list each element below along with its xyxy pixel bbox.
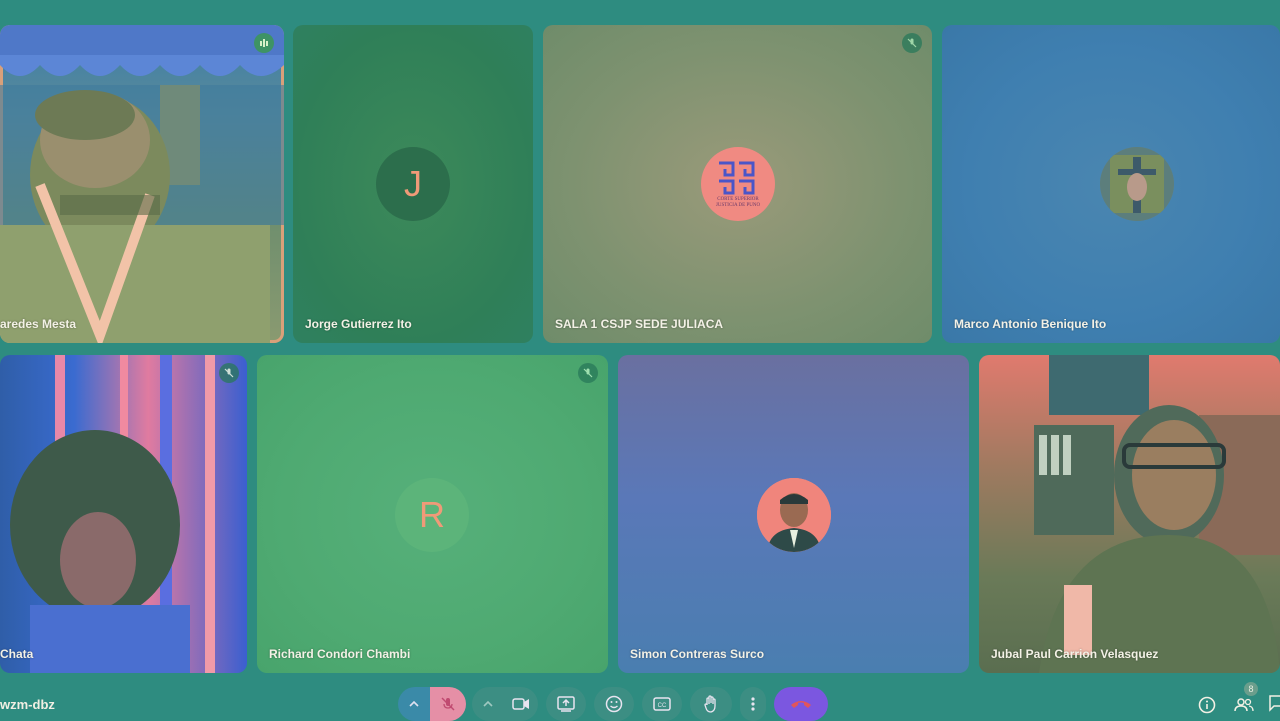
camera-toggle-button[interactable] xyxy=(504,687,538,721)
avatar: R xyxy=(395,478,469,552)
speaking-indicator-icon xyxy=(254,33,274,53)
chevron-up-icon xyxy=(409,700,419,707)
video-frame xyxy=(0,25,284,343)
video-frame xyxy=(1034,355,1280,673)
meeting-details-button[interactable] xyxy=(1196,694,1218,716)
captions-button[interactable]: CC xyxy=(642,687,682,721)
info-icon xyxy=(1198,696,1216,714)
captions-icon: CC xyxy=(653,697,671,711)
chevron-up-icon xyxy=(483,700,493,707)
participant-name: Marco Antonio Benique Ito xyxy=(954,317,1107,331)
mic-off-icon xyxy=(902,33,922,53)
more-vertical-icon xyxy=(751,697,755,711)
video-camera-icon xyxy=(512,698,529,710)
more-options-button[interactable] xyxy=(740,687,766,721)
people-button[interactable]: 8 xyxy=(1232,682,1258,716)
participant-name: Chata xyxy=(0,647,34,661)
present-screen-icon xyxy=(557,696,575,712)
participant-tile[interactable]: CORTE SUPERIOR JUSTICIA DE PUNO SALA 1 C… xyxy=(543,25,932,343)
end-call-icon xyxy=(791,701,811,708)
people-count-badge: 8 xyxy=(1244,682,1258,696)
participant-name: Jorge Gutierrez Ito xyxy=(305,317,412,331)
microphone-toggle-button[interactable] xyxy=(430,687,466,721)
participant-tile[interactable]: J Jorge Gutierrez Ito xyxy=(293,25,533,343)
meeting-code: wzm-dbz xyxy=(0,697,55,712)
people-icon xyxy=(1234,698,1254,712)
camera-options-button[interactable] xyxy=(472,687,504,721)
emoji-icon xyxy=(605,695,623,713)
chat-button[interactable] xyxy=(1268,694,1280,716)
raise-hand-button[interactable] xyxy=(690,687,732,721)
participant-tile[interactable]: Jubal Paul Carrion Velasquez xyxy=(979,355,1280,673)
participant-tile[interactable]: Simon Contreras Surco xyxy=(618,355,969,673)
present-screen-button[interactable] xyxy=(546,687,586,721)
participant-tile[interactable]: Marco Antonio Benique Ito xyxy=(942,25,1280,343)
participant-tile[interactable]: aredes Mesta xyxy=(0,25,284,343)
avatar xyxy=(1100,147,1174,221)
leave-call-button[interactable] xyxy=(774,687,828,721)
participant-tile[interactable]: Chata xyxy=(0,355,247,673)
video-frame xyxy=(10,355,215,673)
participant-name: SALA 1 CSJP SEDE JULIACA xyxy=(555,317,724,331)
participant-name: Richard Condori Chambi xyxy=(269,647,411,661)
avatar: J xyxy=(376,147,450,221)
participant-name: aredes Mesta xyxy=(0,317,77,331)
reactions-button[interactable] xyxy=(594,687,634,721)
mic-off-icon xyxy=(441,697,455,711)
avatar-initial: J xyxy=(404,163,422,204)
avatar xyxy=(757,478,831,552)
participant-tile[interactable]: R Richard Condori Chambi xyxy=(257,355,608,673)
svg-text:CC: CC xyxy=(658,703,667,709)
court-logo: CORTE SUPERIOR JUSTICIA DE PUNO xyxy=(701,147,775,221)
mic-options-button[interactable] xyxy=(398,687,430,721)
mic-off-icon xyxy=(578,363,598,383)
chat-icon xyxy=(1269,695,1280,712)
mic-off-icon xyxy=(219,363,239,383)
participant-name: Simon Contreras Surco xyxy=(630,647,765,661)
logo-caption: CORTE SUPERIOR JUSTICIA DE PUNO xyxy=(715,197,761,208)
participant-name: Jubal Paul Carrion Velasquez xyxy=(991,647,1159,661)
avatar-initial: R xyxy=(419,494,445,535)
hand-icon xyxy=(704,695,716,713)
